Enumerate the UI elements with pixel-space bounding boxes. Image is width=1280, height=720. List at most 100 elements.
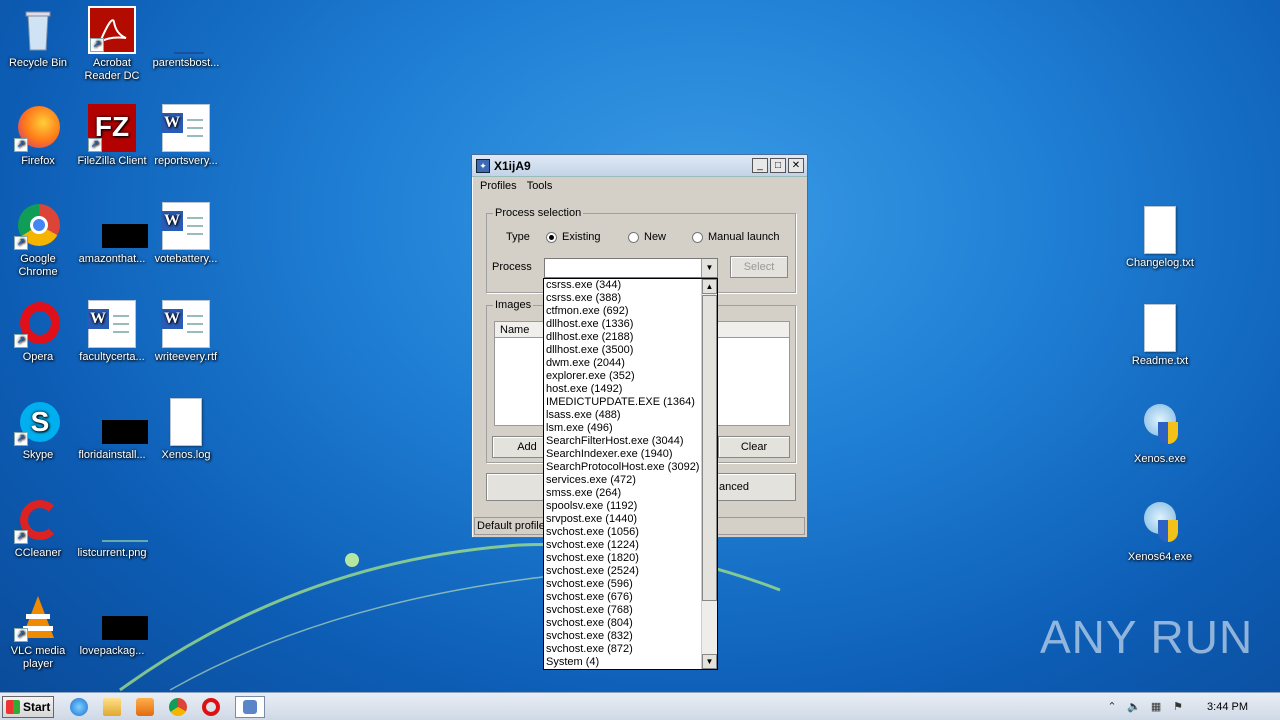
chevron-down-icon[interactable]: ▼: [701, 259, 717, 277]
word-doc-icon: W: [161, 202, 210, 250]
radio-new[interactable]: New: [628, 231, 666, 243]
dropdown-item[interactable]: svchost.exe (768): [544, 604, 717, 617]
dropdown-item[interactable]: srvpost.exe (1440): [544, 513, 717, 526]
radio-manual-launch[interactable]: Manual launch: [692, 231, 780, 243]
dropdown-item[interactable]: dllhost.exe (3500): [544, 344, 717, 357]
speaker-icon[interactable]: 🔈: [1127, 700, 1141, 714]
desktop-icon-label: Xenos.exe: [1134, 453, 1186, 465]
anyrun-watermark: ANY RUN: [1040, 611, 1254, 663]
dropdown-item[interactable]: svchost.exe (1820): [544, 552, 717, 565]
process-dropdown-list[interactable]: csrss.exe (344) csrss.exe (388) ctfmon.exe…: [543, 278, 718, 670]
column-name[interactable]: Name: [495, 322, 545, 337]
desktop-icon-xenos[interactable]: Xenos.exe: [1122, 402, 1198, 466]
dropdown-item[interactable]: smss.exe (264): [544, 487, 717, 500]
dropdown-item[interactable]: svchost.exe (2524): [544, 565, 717, 578]
dropdown-item[interactable]: lsm.exe (496): [544, 422, 717, 435]
dropdown-item[interactable]: dllhost.exe (2188): [544, 331, 717, 344]
dropdown-item[interactable]: SearchProtocolHost.exe (3092): [544, 461, 717, 474]
scroll-thumb[interactable]: [702, 295, 717, 601]
dropdown-item[interactable]: explorer.exe (352): [544, 370, 717, 383]
desktop-icon-chrome[interactable]: ↗ Google Chrome: [0, 202, 76, 279]
desktop-icon-acrobat[interactable]: ↗ Acrobat Reader DC: [74, 6, 150, 83]
chrome-taskbar-icon[interactable]: [169, 697, 187, 716]
dropdown-item[interactable]: svchost.exe (832): [544, 630, 717, 643]
advanced-label: anced: [719, 481, 749, 493]
menubar: Profiles Tools: [472, 177, 807, 195]
maximize-button[interactable]: □: [770, 158, 786, 173]
desktop-icon-label: Google Chrome: [18, 253, 58, 278]
menu-tools[interactable]: Tools: [527, 180, 553, 192]
dropdown-item[interactable]: spoolsv.exe (1192): [544, 500, 717, 513]
dropdown-item[interactable]: services.exe (472): [544, 474, 717, 487]
minimize-button[interactable]: _: [752, 158, 768, 173]
window-titlebar[interactable]: ✦ X1ijA9 _ □ ✕: [472, 155, 807, 177]
desktop-icon-ccleaner[interactable]: ↗ CCleaner: [0, 496, 76, 560]
ie-icon[interactable]: [70, 697, 88, 716]
desktop-icon-lovepackag[interactable]: lovepackag...: [74, 594, 150, 658]
desktop-icon-parentsbost[interactable]: parentsbost...: [148, 6, 224, 70]
desktop-icon-label: Recycle Bin: [8, 57, 68, 69]
text-file-icon: [170, 398, 202, 446]
dropdown-item[interactable]: lsass.exe (488): [544, 409, 717, 422]
desktop-icon-changelog[interactable]: Changelog.txt: [1122, 206, 1198, 270]
dropdown-item[interactable]: svchost.exe (676): [544, 591, 717, 604]
start-button[interactable]: Start: [2, 695, 54, 718]
desktop-icon-votebattery[interactable]: W votebattery...: [148, 202, 224, 266]
desktop-icon-amazonthat[interactable]: amazonthat...: [74, 202, 150, 266]
dropdown-item[interactable]: host.exe (1492): [544, 383, 717, 396]
dropdown-item[interactable]: svchost.exe (872): [544, 643, 717, 656]
desktop-icon-facultycerta[interactable]: W facultycerta...: [74, 300, 150, 364]
clear-button[interactable]: Clear: [718, 436, 790, 458]
desktop-icon-floridainstall[interactable]: floridainstall...: [74, 398, 150, 462]
dropdown-item[interactable]: IMEDICTUPDATE.EXE (1364): [544, 396, 717, 409]
dropdown-item[interactable]: SearchFilterHost.exe (3044): [544, 435, 717, 448]
desktop-icon-opera[interactable]: ↗ Opera: [0, 300, 76, 364]
desktop-icon-skype[interactable]: S ↗ Skype: [0, 398, 76, 462]
opera-taskbar-icon[interactable]: [202, 697, 220, 716]
dropdown-item[interactable]: svchost.exe (596): [544, 578, 717, 591]
scroll-up-icon[interactable]: ▲: [702, 279, 717, 294]
radio-label: Manual launch: [708, 231, 780, 243]
dropdown-item[interactable]: dllhost.exe (1336): [544, 318, 717, 331]
media-player-icon[interactable]: [136, 697, 154, 716]
dropdown-item[interactable]: svchost.exe (1056): [544, 526, 717, 539]
desktop-icon-recycle-bin[interactable]: Recycle Bin: [0, 6, 76, 70]
desktop-icon-listcurrent[interactable]: listcurrent.png: [74, 496, 150, 560]
desktop-icon-label: reportsvery...: [154, 155, 218, 167]
network-icon[interactable]: ▦: [1149, 700, 1163, 714]
dropdown-item[interactable]: ctfmon.exe (692): [544, 305, 717, 318]
black-file-icon: [88, 398, 148, 446]
show-hidden-icons-icon[interactable]: ⌃: [1105, 700, 1119, 714]
desktop-icon-xenos-log[interactable]: Xenos.log: [148, 398, 224, 462]
windows-flag-icon: [6, 699, 20, 714]
explorer-icon[interactable]: [103, 697, 121, 716]
radio-label: New: [644, 231, 667, 243]
dropdown-item[interactable]: svchost.exe (804): [544, 617, 717, 630]
desktop-icon-xenos64[interactable]: Xenos64.exe: [1122, 500, 1198, 564]
black-file-icon: [88, 202, 148, 250]
scroll-down-icon[interactable]: ▼: [702, 654, 717, 669]
xenos-icon: [1136, 500, 1184, 548]
dropdown-item[interactable]: csrss.exe (344): [544, 279, 717, 292]
xenos-icon: [1136, 402, 1184, 450]
dropdown-item[interactable]: System (4): [544, 656, 717, 669]
taskbar-xenos-button[interactable]: [235, 695, 265, 718]
dropdown-scrollbar[interactable]: ▲ ▼: [701, 279, 717, 669]
close-button[interactable]: ✕: [788, 158, 804, 173]
desktop-icon-reportsvery[interactable]: W reportsvery...: [148, 104, 224, 168]
dropdown-item[interactable]: csrss.exe (388): [544, 292, 717, 305]
radio-existing[interactable]: Existing: [546, 231, 601, 243]
dropdown-item[interactable]: SearchIndexer.exe (1940): [544, 448, 717, 461]
menu-profiles[interactable]: Profiles: [480, 180, 517, 192]
desktop-icon-firefox[interactable]: ↗ Firefox: [0, 104, 76, 168]
process-combobox[interactable]: ▼: [544, 258, 718, 278]
desktop-icon-vlc[interactable]: ↗ VLC media player: [0, 594, 76, 671]
desktop-icon-readme[interactable]: Readme.txt: [1122, 304, 1198, 368]
desktop-icon-filezilla[interactable]: FZ ↗ FileZilla Client: [74, 104, 150, 168]
desktop-icon-writeevery[interactable]: W writeevery.rtf: [148, 300, 224, 364]
dropdown-item[interactable]: dwm.exe (2044): [544, 357, 717, 370]
clock[interactable]: 3:44 PM: [1207, 701, 1248, 713]
dropdown-item[interactable]: svchost.exe (1224): [544, 539, 717, 552]
select-button[interactable]: Select: [730, 256, 788, 278]
action-center-flag-icon[interactable]: ⚑: [1171, 700, 1185, 714]
